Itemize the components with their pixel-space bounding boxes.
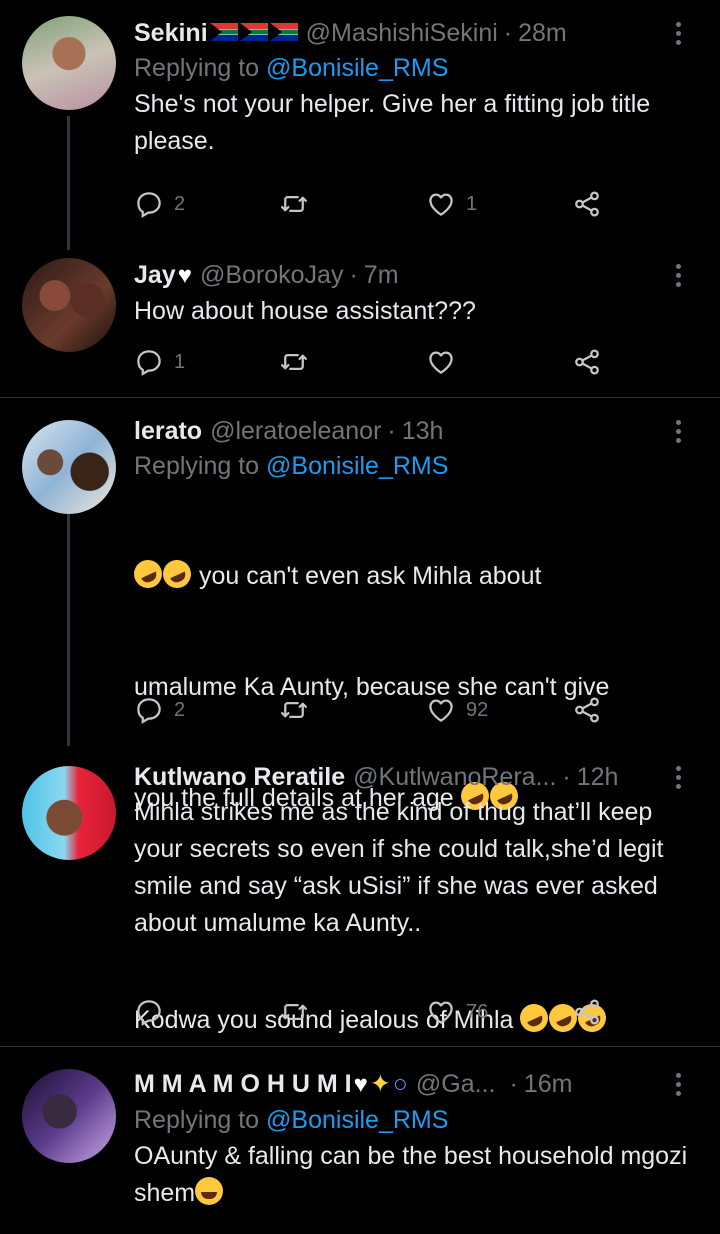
share-button[interactable] <box>572 186 602 222</box>
author-name[interactable]: Kutlwano Reratile <box>134 760 345 794</box>
author-handle[interactable]: @MashishiSekini <box>306 16 498 50</box>
reply-icon <box>134 997 164 1027</box>
timestamp[interactable]: 16m <box>524 1067 573 1101</box>
retweet-button[interactable] <box>279 344 319 380</box>
retweet-icon <box>279 189 309 219</box>
tweet-text: She's not your helper. Give her a fittin… <box>134 90 658 155</box>
timestamp[interactable]: 28m <box>518 16 567 50</box>
author-handle[interactable]: @leratoeleanor <box>210 414 381 448</box>
author-name[interactable]: lerato <box>134 414 202 448</box>
like-icon <box>426 189 456 219</box>
share-icon <box>572 189 602 219</box>
reply-button[interactable] <box>134 994 174 1030</box>
tweet-jay[interactable]: Jay ♥ @BorokoJay · 7m How about house ass… <box>0 250 720 397</box>
avatar[interactable] <box>22 16 116 110</box>
avatar[interactable] <box>22 766 116 860</box>
prayer-beads-icon: ○ <box>392 1070 408 1098</box>
reply-icon <box>134 189 164 219</box>
mention-link[interactable]: @Bonisile_RMS <box>266 1106 448 1134</box>
more-icon[interactable] <box>666 762 690 792</box>
share-icon <box>572 347 602 377</box>
reply-icon <box>134 347 164 377</box>
share-icon <box>572 997 602 1027</box>
tears-of-joy-emoji-icon <box>195 1177 224 1205</box>
reply-button[interactable]: 2 <box>134 186 185 222</box>
more-icon[interactable] <box>666 18 690 48</box>
replying-to: Replying to @Bonisile_RMS <box>134 452 449 480</box>
tweet-kutlwano[interactable]: Kutlwano Reratile @KutlwanoRera... · 12h… <box>0 746 720 1046</box>
tweet-text: How about house assistant??? <box>134 297 476 325</box>
retweet-button[interactable] <box>279 692 319 728</box>
timestamp[interactable]: 13h <box>402 414 444 448</box>
share-button[interactable] <box>572 692 602 728</box>
timestamp[interactable]: 7m <box>364 258 399 292</box>
author-name[interactable]: M M A M O H U M I <box>134 1067 352 1101</box>
sparkles-icon: ✦ <box>369 1070 391 1098</box>
more-icon[interactable] <box>666 1069 690 1099</box>
like-icon <box>426 695 456 725</box>
white-heart-icon: ♥ <box>177 262 192 289</box>
like-button[interactable] <box>426 344 466 380</box>
share-button[interactable] <box>572 994 602 1030</box>
reply-button[interactable]: 1 <box>134 344 185 380</box>
reply-icon <box>134 695 164 725</box>
retweet-button[interactable] <box>279 186 319 222</box>
author-name[interactable]: Sekini <box>134 16 208 50</box>
like-icon <box>426 997 456 1027</box>
reply-button[interactable]: 2 <box>134 692 185 728</box>
mention-link[interactable]: @Bonisile_RMS <box>266 452 448 480</box>
avatar[interactable] <box>22 1069 116 1163</box>
tweet-text: Mihla strikes me as the kind of thug tha… <box>134 798 671 937</box>
like-icon <box>426 347 456 377</box>
author-handle[interactable]: @KutlwanoRera... <box>353 760 556 794</box>
tweet-sekini[interactable]: Sekini @MashishiSekini · 28m Replying to… <box>0 0 720 250</box>
retweet-icon <box>279 347 309 377</box>
like-button[interactable]: 92 <box>426 692 488 728</box>
replying-to: Replying to @Bonisile_RMS <box>134 54 449 82</box>
avatar[interactable] <box>22 258 116 352</box>
retweet-button[interactable] <box>279 994 319 1030</box>
author-handle[interactable]: @Ga... <box>416 1067 496 1101</box>
flag-icon <box>239 23 268 41</box>
retweet-icon <box>279 695 309 725</box>
more-icon[interactable] <box>666 260 690 290</box>
tweet-text: OAunty & falling can be the best househo… <box>134 1142 695 1207</box>
share-icon <box>572 695 602 725</box>
flag-icon <box>269 23 298 41</box>
flag-icon <box>209 23 238 41</box>
tweet-lerato[interactable]: lerato @leratoeleanor · 13h Replying to … <box>0 398 720 1037</box>
timestamp[interactable]: 12h <box>577 760 619 794</box>
author-handle[interactable]: @BorokoJay <box>200 258 344 292</box>
like-button[interactable]: 1 <box>426 186 477 222</box>
rofl-emoji-icon <box>129 555 167 593</box>
author-name[interactable]: Jay <box>134 258 176 292</box>
replying-to: Replying to @Bonisile_RMS <box>134 1106 449 1134</box>
white-heart-icon: ♥ <box>353 1071 368 1098</box>
more-icon[interactable] <box>666 416 690 446</box>
thread-line <box>67 116 70 250</box>
retweet-icon <box>279 997 309 1027</box>
tweet-mmamohumi[interactable]: M M A M O H U M I ♥ ✦ ○ @Ga... · 16m Replyi… <box>0 1047 720 1234</box>
avatar[interactable] <box>22 420 116 514</box>
share-button[interactable] <box>572 344 602 380</box>
thread-line <box>67 514 70 746</box>
like-button[interactable]: 76 <box>426 994 488 1030</box>
rofl-emoji-icon <box>158 555 196 593</box>
mention-link[interactable]: @Bonisile_RMS <box>266 54 448 82</box>
